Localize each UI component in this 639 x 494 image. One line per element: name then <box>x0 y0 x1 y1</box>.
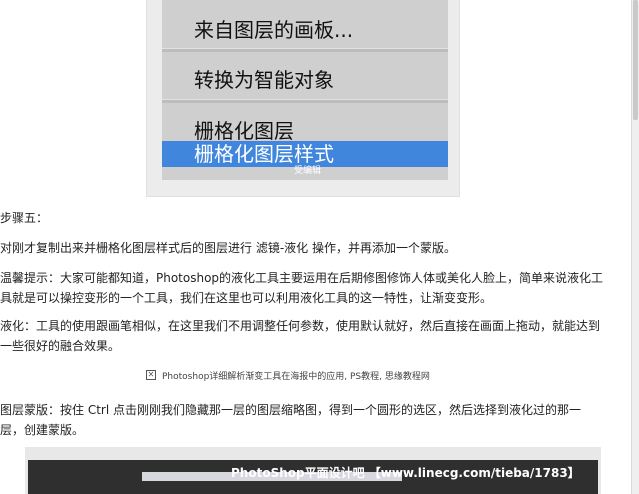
paragraph-tip: 温馨提示：大家可能都知道，Photoshop的液化工具主要运用在后期修图修饰人体… <box>0 271 604 305</box>
menu-separator <box>162 99 448 103</box>
scrollbar-thumb[interactable] <box>633 0 638 120</box>
bottom-image-watermark: PhotoShop平面设计吧 【www.linecg.com/tieba/178… <box>231 466 580 480</box>
paragraph-liquify-step: 对刚才复制出来并栅格化图层样式后的图层进行 滤镜-液化 操作，并再添加一个蒙版。 <box>0 241 456 255</box>
context-menu: 来自图层的画板... 转换为智能对象 栅格化图层 栅格化图层样式 <box>162 0 448 180</box>
vertical-scrollbar[interactable] <box>631 0 639 494</box>
bottom-screenshot-image: PhotoShop平面设计吧 【www.linecg.com/tieba/178… <box>25 447 601 494</box>
paragraph-liquify-tool: 液化：工具的使用跟画笔相似，在这里我们不用调整任何参数，使用默认就好，然后直接在… <box>0 319 601 353</box>
menu-item-rasterize-layer: 栅格化图层 <box>194 119 294 143</box>
menu-separator <box>162 48 448 52</box>
menu-item-convert-to-smart-object: 转换为智能对象 <box>194 68 334 92</box>
image-caption-text: Photoshop详细解析渐变工具在海报中的应用, PS教程, 思缘教程网 <box>162 371 430 382</box>
menu-item-artboard-from-layers: 来自图层的画板... <box>194 18 354 42</box>
image-caption[interactable]: ✕ Photoshop详细解析渐变工具在海报中的应用, PS教程, 思缘教程网 <box>146 367 430 383</box>
paragraph-layer-mask: 图层蒙版：按住 Ctrl 点击刚刚我们隐藏那一层的图层缩略图，得到一个圆形的选区… <box>0 403 581 437</box>
step-heading: 步骤五： <box>0 211 49 225</box>
menu-screenshot-image: 来自图层的画板... 转换为智能对象 栅格化图层 栅格化图层样式 受编辑 <box>146 0 460 197</box>
broken-image-icon: ✕ <box>146 370 156 380</box>
menu-image-watermark: 受编辑 <box>294 166 322 176</box>
